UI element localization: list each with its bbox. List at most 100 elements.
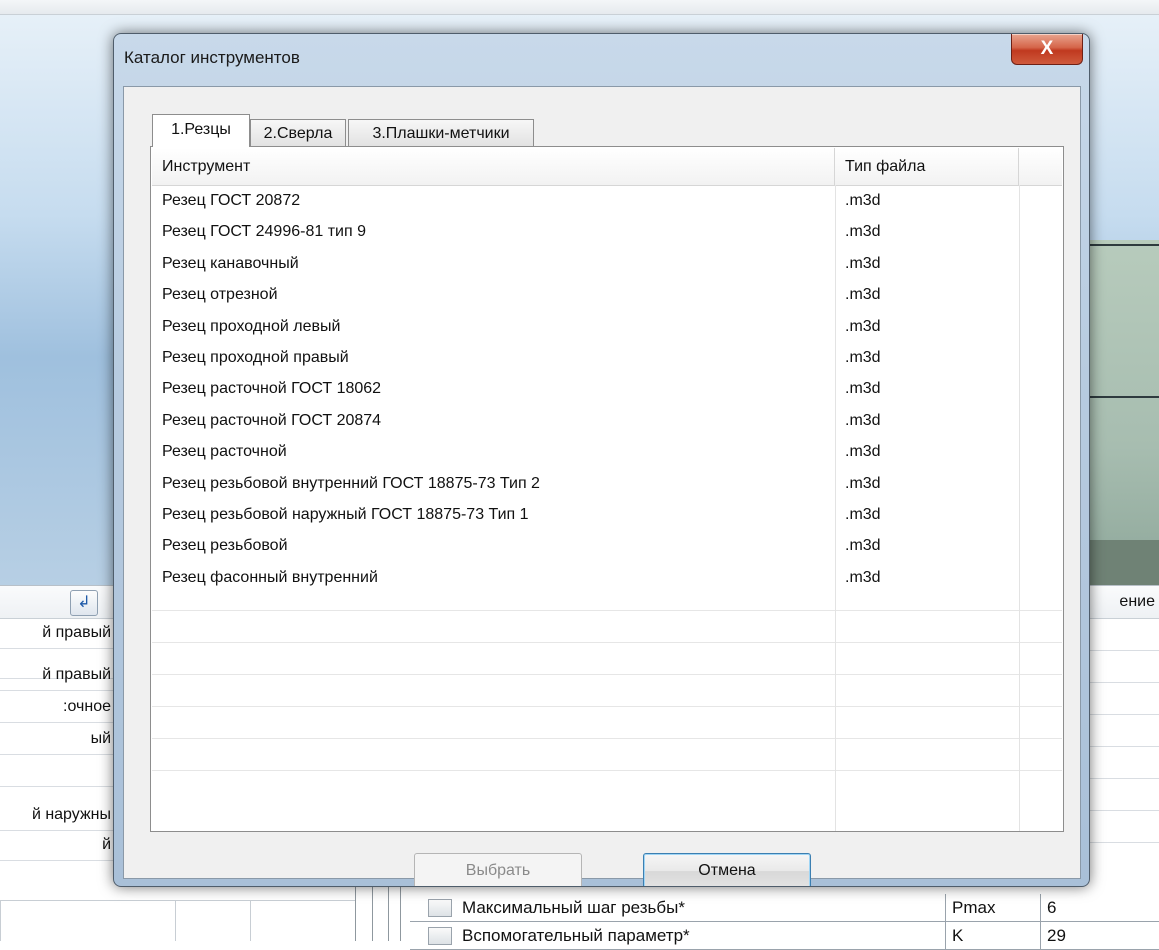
model-edge-line xyxy=(1090,244,1159,246)
left-list-item[interactable]: :очное xyxy=(0,692,115,723)
file-type: .m3d xyxy=(845,568,881,586)
file-type: .m3d xyxy=(845,192,881,209)
tool-list[interactable]: Инструмент Тип файла Резец ГОСТ 20872 .m3… xyxy=(152,148,1062,831)
left-list-item[interactable]: ый xyxy=(0,724,115,755)
grid-line xyxy=(0,900,355,901)
model-edge-line xyxy=(1090,396,1159,398)
left-list-item-label: й xyxy=(102,836,111,853)
param-name: Максимальный шаг резьбы* xyxy=(462,898,685,917)
grid-line xyxy=(250,900,251,941)
grid-line xyxy=(152,706,1062,708)
left-list-item-label: ый xyxy=(90,730,111,747)
apply-arrow-icon[interactable]: ↲ xyxy=(70,590,98,616)
column-header-empty xyxy=(1019,148,1062,185)
dialog-title: Каталог инструментов xyxy=(124,48,300,67)
tool-name: Резец фасонный внутренний xyxy=(162,568,378,586)
file-type: .m3d xyxy=(845,349,881,366)
left-list-item[interactable] xyxy=(0,756,115,787)
grid-line xyxy=(0,900,1,941)
tool-name: Резец отрезной xyxy=(162,286,278,304)
column-header-tool[interactable]: Инструмент xyxy=(152,148,835,185)
param-symbol: K xyxy=(945,922,1010,949)
dialog-titlebar[interactable]: Каталог инструментов X xyxy=(114,34,1089,86)
left-list-item-label: й наружны xyxy=(31,806,111,823)
file-type: .m3d xyxy=(845,317,881,335)
tool-name: Резец канавочный xyxy=(162,254,299,272)
tool-name: Резец проходной левый xyxy=(162,317,341,335)
tab-dies-taps[interactable]: 3.Плашки-метчики xyxy=(348,119,534,146)
left-list-item[interactable]: й правый xyxy=(0,618,115,649)
file-type: .m3d xyxy=(845,380,881,398)
grid-line xyxy=(1090,682,1159,683)
tab-cutters[interactable]: 1.Резцы xyxy=(152,114,250,147)
list-item[interactable]: Резец резьбовой внутренний ГОСТ 18875-73… xyxy=(152,469,1062,500)
grid-line xyxy=(152,642,1062,644)
file-type: .m3d xyxy=(845,286,881,304)
dialog-client-area: 1.Резцы 2.Сверла 3.Плашки-метчики Инстру… xyxy=(123,86,1081,886)
close-button[interactable]: X xyxy=(1011,34,1083,65)
tab-label: 2.Сверла xyxy=(263,125,333,142)
list-header: Инструмент Тип файла xyxy=(152,148,1062,186)
list-item[interactable]: Резец канавочный .m3d xyxy=(152,249,1062,280)
list-item[interactable]: Резец расточной .m3d xyxy=(152,437,1062,468)
left-list-item-label: :очное xyxy=(63,698,111,715)
list-item[interactable]: Резец проходной правый .m3d xyxy=(152,343,1062,374)
tool-name: Резец резьбовой xyxy=(162,537,288,555)
file-type: .m3d xyxy=(845,506,881,523)
list-item[interactable]: Резец фасонный внутренний .m3d xyxy=(152,563,1062,594)
list-item[interactable]: Резец ГОСТ 24996-81 тип 9 .m3d xyxy=(152,217,1062,248)
grid-line xyxy=(400,885,401,941)
right-column-header[interactable]: ение xyxy=(1090,586,1159,619)
left-list-item[interactable]: й наружны xyxy=(0,800,115,831)
table-row[interactable]: Максимальный шаг резьбы* Pmax 6 xyxy=(410,894,1159,922)
grid-line xyxy=(152,610,1062,612)
tool-catalog-dialog: Каталог инструментов X 1.Резцы 2.Сверла … xyxy=(113,33,1090,887)
grid-line xyxy=(152,770,1062,772)
left-list-item-label: й правый xyxy=(42,666,111,683)
grid-line xyxy=(175,900,176,941)
app-toolbar-strip xyxy=(0,0,1159,15)
file-type: .m3d xyxy=(845,223,881,241)
tool-name: Резец резьбовой наружный ГОСТ 18875-73 Т… xyxy=(162,506,529,523)
tool-name: Резец расточной ГОСТ 18062 xyxy=(162,380,382,398)
row-handle[interactable] xyxy=(428,927,452,945)
column-header-file-type[interactable]: Тип файла xyxy=(835,148,1019,185)
tool-name: Резец расточной ГОСТ 20874 xyxy=(162,411,382,429)
left-list-item[interactable]: й xyxy=(0,830,115,861)
tool-name: Резец резьбовой внутренний ГОСТ 18875-73… xyxy=(162,474,540,492)
list-item[interactable]: Резец расточной ГОСТ 20874 .m3d xyxy=(152,406,1062,437)
grid-line xyxy=(152,738,1062,740)
grid-line xyxy=(152,674,1062,676)
param-value[interactable]: 29 xyxy=(1040,922,1066,949)
file-type: .m3d xyxy=(845,537,881,555)
left-list-item[interactable]: й правый xyxy=(0,660,115,691)
tool-name: Резец проходной правый xyxy=(162,349,349,366)
list-item[interactable]: Резец проходной левый .m3d xyxy=(152,312,1062,343)
table-row[interactable]: Вспомогательный параметр* K 29 xyxy=(410,922,1159,950)
grid-line xyxy=(1090,746,1159,747)
model-part-surface xyxy=(1090,240,1159,585)
column-header-label: Тип файла xyxy=(845,158,926,175)
tab-label: 3.Плашки-метчики xyxy=(372,125,510,142)
param-symbol: Pmax xyxy=(945,894,1010,921)
list-item[interactable]: Резец ГОСТ 20872 .m3d xyxy=(152,186,1062,217)
cancel-button[interactable]: Отмена xyxy=(643,853,811,886)
grid-line xyxy=(1090,842,1159,843)
column-header-label: Инструмент xyxy=(162,158,251,175)
tab-panel: Инструмент Тип файла Резец ГОСТ 20872 .m3… xyxy=(150,146,1064,832)
param-name: Вспомогательный параметр* xyxy=(462,926,690,945)
list-item[interactable]: Резец отрезной .m3d xyxy=(152,280,1062,311)
row-handle[interactable] xyxy=(428,899,452,917)
tab-label: 1.Резцы xyxy=(171,121,231,138)
list-item[interactable]: Резец расточной ГОСТ 18062 .m3d xyxy=(152,374,1062,405)
list-item[interactable]: Резец резьбовой .m3d xyxy=(152,531,1062,562)
select-button[interactable]: Выбрать xyxy=(414,853,582,886)
tab-drills[interactable]: 2.Сверла xyxy=(250,119,346,146)
tool-name: Резец ГОСТ 20872 xyxy=(162,192,301,209)
grid-line xyxy=(372,885,373,941)
column-separator xyxy=(1019,185,1020,831)
list-item[interactable]: Резец резьбовой наружный ГОСТ 18875-73 Т… xyxy=(152,500,1062,531)
file-type: .m3d xyxy=(845,254,881,272)
grid-line xyxy=(1090,778,1159,779)
param-value[interactable]: 6 xyxy=(1040,894,1056,921)
